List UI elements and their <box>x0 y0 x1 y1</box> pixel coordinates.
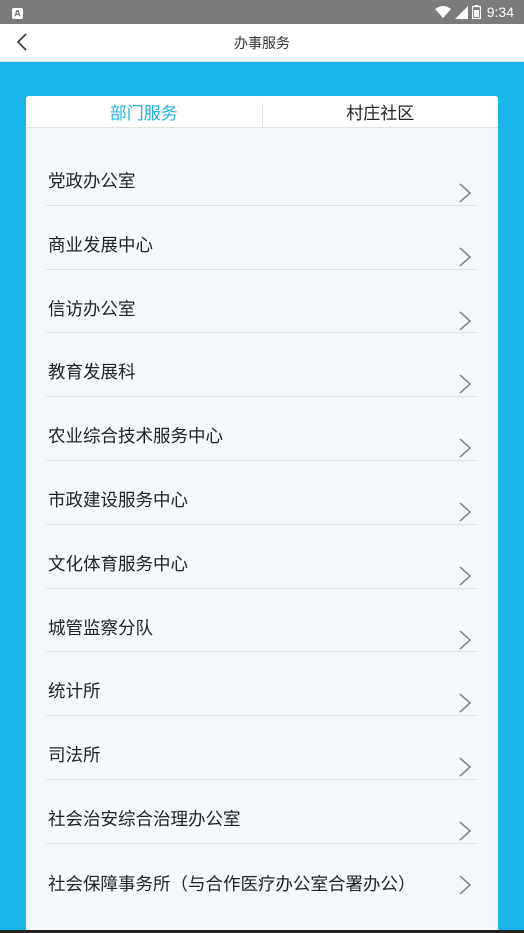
chevron-right-icon <box>459 438 472 458</box>
chevron-right-icon <box>459 566 472 586</box>
list-item[interactable]: 社会治安综合治理办公室 <box>46 780 478 844</box>
app-notification-icon: A <box>12 7 23 19</box>
chevron-right-icon <box>459 310 472 331</box>
wifi-icon <box>434 5 451 18</box>
list-item[interactable]: 统计所 <box>46 652 478 717</box>
page-title: 办事服务 <box>234 35 290 52</box>
list-item[interactable]: 商业发展中心 <box>46 206 478 270</box>
chevron-right-icon <box>459 629 472 650</box>
tab-bar: 部门服务 村庄社区 <box>26 96 498 128</box>
list-item-label: 统计所 <box>48 682 101 703</box>
status-left: A <box>12 5 23 20</box>
chevron-left-icon <box>16 33 27 51</box>
list-item[interactable]: 文化体育服务中心 <box>46 525 478 589</box>
list-item-label: 司法所 <box>48 746 101 767</box>
list-item-label: 市政建设服务中心 <box>48 490 188 511</box>
list-item-label: 社会保障事务所（与合作医疗办公室合署办公） <box>48 874 416 895</box>
status-right: 9:34 <box>434 4 514 20</box>
chevron-right-icon <box>459 502 472 522</box>
list-item[interactable]: 教育发展科 <box>46 333 478 398</box>
tab-village-community[interactable]: 村庄社区 <box>263 96 499 127</box>
chevron-right-icon <box>459 247 472 267</box>
status-time: 9:34 <box>486 4 514 20</box>
department-list: 党政办公室 商业发展中心 信访办公室 教育发展科 农业综合技术服务中心 市政建设… <box>26 128 498 933</box>
chevron-right-icon <box>459 757 472 777</box>
list-item-label: 信访办公室 <box>48 299 136 320</box>
chevron-right-icon <box>459 374 472 394</box>
list-item[interactable]: 城管监察分队 <box>46 589 478 653</box>
list-item[interactable]: 党政办公室 <box>46 142 478 206</box>
chevron-right-icon <box>459 875 472 895</box>
service-card: 部门服务 村庄社区 党政办公室 商业发展中心 信访办公室 教育发展科 农业综合技… <box>26 96 498 933</box>
list-item[interactable]: 市政建设服务中心 <box>46 461 478 525</box>
battery-icon <box>471 5 481 19</box>
cell-signal-icon <box>454 5 468 19</box>
chevron-right-icon <box>459 183 472 203</box>
list-item-label: 城管监察分队 <box>48 618 153 639</box>
list-item[interactable]: 司法所 <box>46 716 478 780</box>
list-item-label: 商业发展中心 <box>48 235 153 256</box>
list-item-label: 农业综合技术服务中心 <box>48 427 223 448</box>
tab-department-services[interactable]: 部门服务 <box>26 96 262 127</box>
status-bar: A 9:34 <box>0 0 524 24</box>
list-item-label: 社会治安综合治理办公室 <box>48 809 241 830</box>
list-item[interactable]: 农业综合技术服务中心 <box>46 397 478 461</box>
list-item[interactable]: 社会保障事务所（与合作医疗办公室合署办公） <box>46 844 478 933</box>
app-header: 办事服务 <box>0 24 524 62</box>
back-button[interactable] <box>6 26 38 58</box>
list-item[interactable]: 信访办公室 <box>46 270 478 334</box>
list-item-label: 文化体育服务中心 <box>48 554 188 575</box>
chevron-right-icon <box>459 693 472 713</box>
list-item-label: 教育发展科 <box>48 363 136 384</box>
chevron-right-icon <box>459 821 472 841</box>
list-item-label: 党政办公室 <box>48 172 136 192</box>
